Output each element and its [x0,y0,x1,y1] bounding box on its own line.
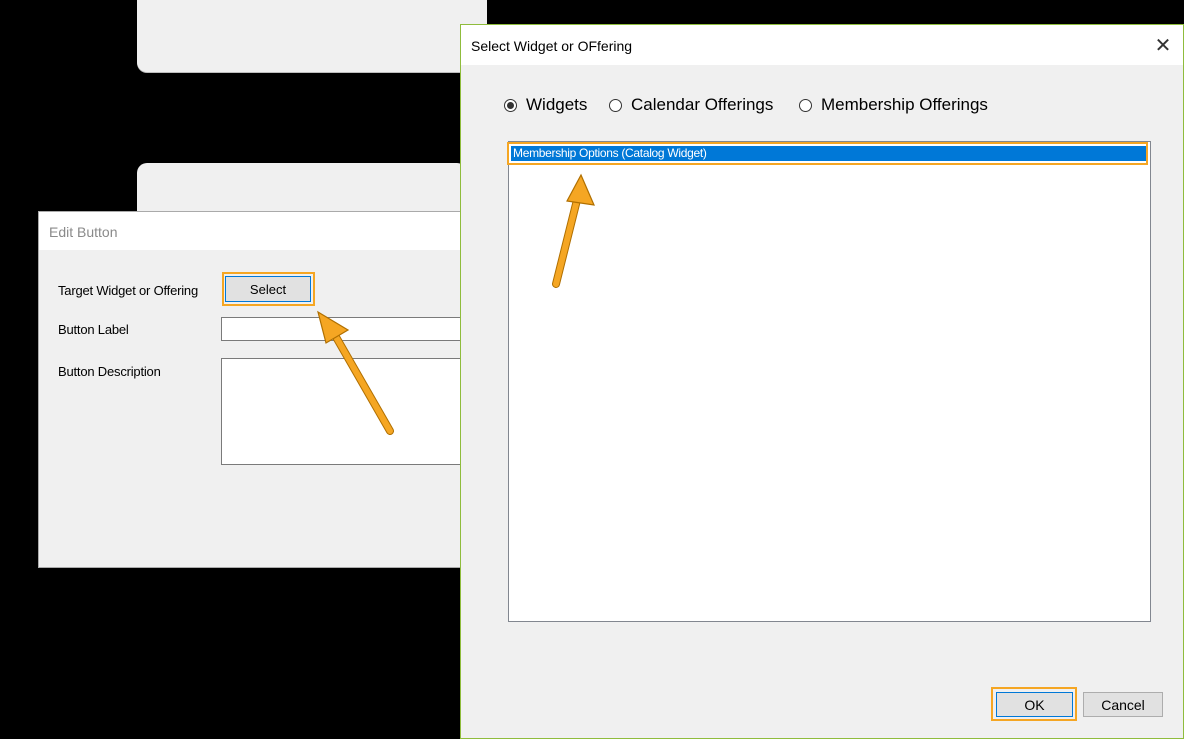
background-window-top [137,0,487,72]
radio-membership-offerings[interactable]: Membership Offerings [799,95,988,115]
edit-dialog-title: Edit Button [49,224,118,240]
select-dialog-title: Select Widget or OFfering [471,38,633,54]
widget-list[interactable]: Membership Options (Catalog Widget) [507,141,1151,622]
select-dialog-titlebar: Select Widget or OFfering ✕ [461,25,1183,65]
select-button[interactable]: Select [225,276,311,302]
edit-dialog-titlebar: Edit Button [39,212,467,250]
radio-calendar-label: Calendar Offerings [631,95,774,114]
radio-unselected-icon [609,98,622,112]
radio-calendar-offerings[interactable]: Calendar Offerings [609,95,773,115]
button-label-label: Button Label [58,322,129,337]
button-label-input[interactable] [221,317,467,341]
target-widget-label: Target Widget or Offering [58,283,198,298]
close-icon[interactable]: ✕ [1149,31,1177,59]
list-item[interactable]: Membership Options (Catalog Widget) [511,146,1146,161]
button-description-label: Button Description [58,364,161,379]
cancel-button[interactable]: Cancel [1083,692,1163,717]
radio-selected-icon [504,98,517,112]
radio-membership-label: Membership Offerings [821,95,988,114]
radio-widgets-label: Widgets [526,95,588,114]
ok-button[interactable]: OK [996,692,1073,717]
radio-dot-icon [507,101,514,109]
select-widget-dialog: Select Widget or OFfering ✕ Widgets Cale… [460,24,1184,739]
radio-widgets[interactable]: Widgets [504,95,587,115]
edit-button-dialog: Edit Button Target Widget or Offering Se… [38,211,468,568]
radio-unselected-icon [799,98,812,112]
button-description-input[interactable] [221,358,467,465]
